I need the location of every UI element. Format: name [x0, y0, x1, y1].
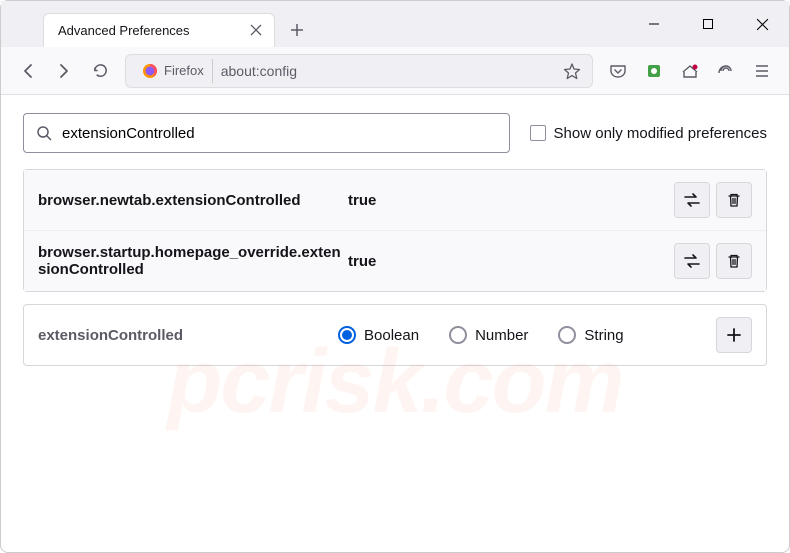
window-controls — [631, 1, 789, 47]
show-modified-checkbox[interactable]: Show only modified preferences — [530, 125, 767, 142]
toggle-button[interactable] — [674, 182, 710, 218]
about-config-content: Show only modified preferences browser.n… — [1, 95, 789, 384]
new-tab-button[interactable] — [283, 16, 311, 44]
shield-icon[interactable] — [709, 54, 743, 88]
mail-icon[interactable] — [673, 54, 707, 88]
browser-tab[interactable]: Advanced Preferences — [43, 13, 275, 47]
radio-label: Boolean — [364, 327, 419, 344]
pref-row[interactable]: browser.newtab.extensionControlled true — [24, 170, 766, 231]
delete-button[interactable] — [716, 182, 752, 218]
radio-boolean[interactable]: Boolean — [338, 326, 419, 344]
radio-string[interactable]: String — [558, 326, 623, 344]
radio-dot — [449, 326, 467, 344]
pref-actions — [674, 243, 752, 279]
pocket-icon[interactable] — [601, 54, 635, 88]
menu-button[interactable] — [745, 54, 779, 88]
back-button[interactable] — [11, 54, 45, 88]
pref-value: true — [348, 192, 674, 209]
extension-icon[interactable] — [637, 54, 671, 88]
url-text: about:config — [221, 63, 552, 79]
browser-toolbar: Firefox about:config — [1, 47, 789, 95]
toggle-button[interactable] — [674, 243, 710, 279]
toolbar-actions — [601, 54, 779, 88]
close-window-button[interactable] — [739, 1, 785, 47]
pref-value: true — [348, 253, 674, 270]
new-pref-row: extensionControlled Boolean Number Strin… — [23, 304, 767, 366]
pref-name: browser.startup.homepage_override.extens… — [38, 244, 348, 278]
reload-button[interactable] — [83, 54, 117, 88]
radio-label: String — [584, 327, 623, 344]
checkbox-label-text: Show only modified preferences — [554, 125, 767, 142]
type-radio-group: Boolean Number String — [338, 326, 696, 344]
tab-title: Advanced Preferences — [58, 23, 240, 38]
forward-button[interactable] — [47, 54, 81, 88]
search-icon — [36, 125, 52, 141]
add-button[interactable] — [716, 317, 752, 353]
delete-button[interactable] — [716, 243, 752, 279]
new-pref-name: extensionControlled — [38, 327, 318, 344]
identity-box[interactable]: Firefox — [134, 59, 213, 83]
radio-dot — [338, 326, 356, 344]
checkbox-box — [530, 125, 546, 141]
pref-name: browser.newtab.extensionControlled — [38, 192, 348, 209]
pref-row[interactable]: browser.startup.homepage_override.extens… — [24, 231, 766, 291]
close-tab-icon[interactable] — [248, 22, 264, 38]
bookmark-star-icon[interactable] — [560, 59, 584, 83]
address-bar[interactable]: Firefox about:config — [125, 54, 593, 88]
radio-dot — [558, 326, 576, 344]
search-row: Show only modified preferences — [23, 113, 767, 153]
search-input[interactable] — [62, 125, 497, 142]
pref-results: browser.newtab.extensionControlled true … — [23, 169, 767, 292]
minimize-button[interactable] — [631, 1, 677, 47]
firefox-logo-icon — [142, 63, 158, 79]
search-box[interactable] — [23, 113, 510, 153]
pref-actions — [674, 182, 752, 218]
radio-number[interactable]: Number — [449, 326, 528, 344]
identity-label: Firefox — [164, 63, 204, 78]
maximize-button[interactable] — [685, 1, 731, 47]
window-titlebar: Advanced Preferences — [1, 1, 789, 47]
radio-label: Number — [475, 327, 528, 344]
